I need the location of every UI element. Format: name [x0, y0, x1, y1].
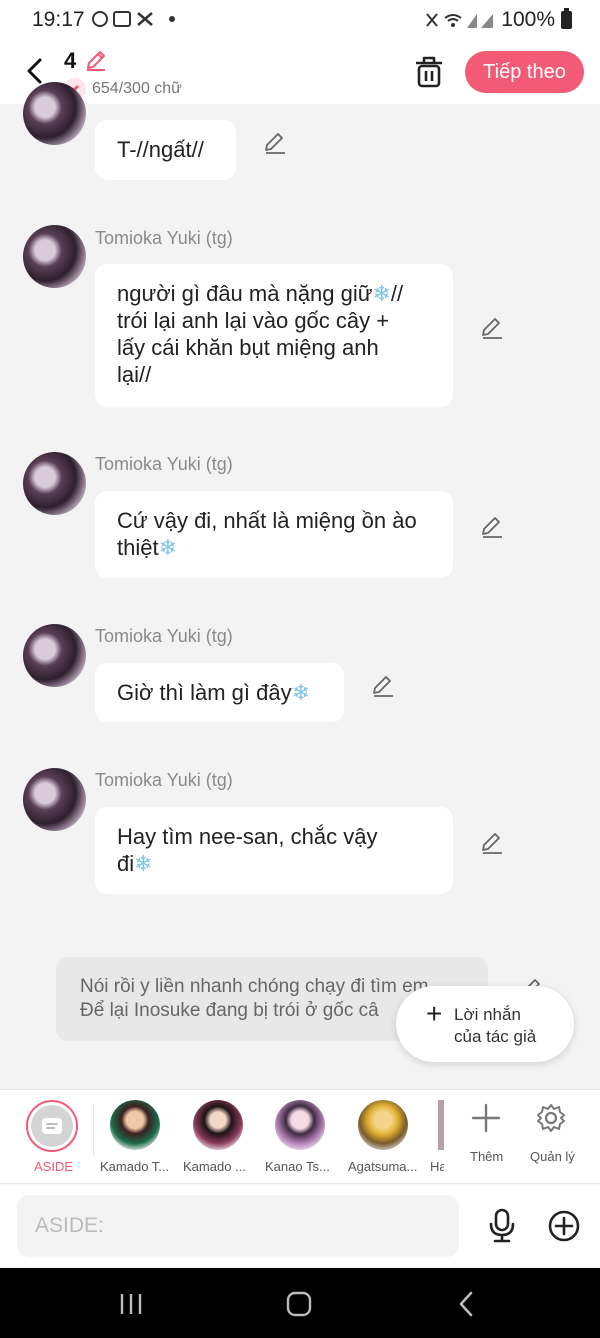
plus-icon: +: [426, 998, 443, 1029]
character-avatar[interactable]: [275, 1100, 325, 1150]
aside-icon: [42, 1118, 62, 1134]
character-bar: ASIDE Kamado T... Kamado ... Kanao Ts...…: [0, 1089, 600, 1184]
snowflake-icon: ❄: [291, 680, 311, 705]
system-nav-bar: [0, 1268, 600, 1338]
microphone-icon[interactable]: [487, 1207, 517, 1243]
edit-icon[interactable]: [263, 131, 287, 155]
character-avatar[interactable]: [438, 1100, 444, 1150]
battery-icon: [561, 8, 572, 29]
aside-label: ASIDE: [34, 1159, 74, 1174]
message-line: trói lại anh lại vào gốc cây +: [117, 308, 390, 333]
manage-label[interactable]: Quản lý: [530, 1149, 575, 1164]
message-text: //: [390, 281, 404, 306]
input-row: [0, 1185, 600, 1267]
edit-icon[interactable]: [480, 831, 504, 855]
add-character-label[interactable]: Thêm: [470, 1149, 503, 1164]
character-avatar[interactable]: [358, 1100, 408, 1150]
avatar[interactable]: [23, 225, 86, 288]
gear-icon[interactable]: [535, 1102, 567, 1134]
avatar[interactable]: [23, 768, 86, 831]
avatar[interactable]: [23, 624, 86, 687]
pencil-icon[interactable]: [84, 48, 108, 72]
message-text: thiệt: [117, 535, 159, 560]
signal-icons: [426, 13, 494, 28]
character-avatar[interactable]: [193, 1100, 243, 1150]
recent-apps-icon[interactable]: [116, 1290, 146, 1318]
message-input[interactable]: [17, 1195, 459, 1257]
author-name: Tomioka Yuki (tg): [95, 454, 233, 474]
message-line: Cứ vậy đi, nhất là miệng ồn ào: [117, 508, 417, 533]
battery-text: 100%: [501, 8, 555, 31]
divider: [93, 1104, 94, 1156]
message-bubble[interactable]: Cứ vậy đi, nhất là miệng ồn ào thiệt❄: [95, 491, 453, 578]
message-bubble[interactable]: T-//ngất//: [95, 120, 236, 180]
character-name: Kamado T...: [100, 1159, 170, 1174]
narration-line: Nói rồi y liền nhanh chóng chạy đi tìm e…: [80, 976, 429, 997]
message-text: Giờ thì làm gì đây: [117, 680, 292, 705]
status-right: 100%: [425, 8, 572, 32]
message-text: T-//ngất//: [117, 137, 204, 162]
edit-icon[interactable]: [480, 515, 504, 539]
status-bar: 19:17 100%: [0, 0, 600, 40]
status-time: 19:17: [32, 8, 85, 31]
message-line: lấy cái khăn bụt miệng anh: [117, 335, 379, 360]
trash-icon[interactable]: [412, 54, 446, 90]
message-text: đi: [117, 851, 135, 876]
message-line: Hay tìm nee-san, chắc vậy: [117, 824, 378, 849]
author-note-label: Lời nhắn của tác giả: [454, 1004, 536, 1048]
message-line: lại//: [117, 362, 152, 387]
message-line: thiệt❄: [117, 534, 431, 561]
edit-icon[interactable]: [480, 316, 504, 340]
snowflake-icon: ❄: [134, 851, 153, 876]
message-text: người gì đâu mà nặng giữ: [117, 281, 373, 306]
message-bubble[interactable]: người gì đâu mà nặng giữ❄// trói lại anh…: [95, 264, 453, 407]
word-count-text: 654/300 chữ: [92, 80, 182, 97]
message-bubble[interactable]: Hay tìm nee-san, chắc vậy đi❄: [95, 807, 453, 894]
notification-icons-svg: [92, 11, 175, 27]
character-name: Kanao Ts...: [265, 1159, 330, 1174]
message-bubble[interactable]: Giờ thì làm gì đây❄: [95, 663, 344, 722]
avatar[interactable]: [23, 82, 86, 145]
part-number: 4: [64, 48, 77, 73]
edit-icon[interactable]: [371, 674, 395, 698]
nav-back-icon[interactable]: [452, 1290, 482, 1318]
editor-header: 4 654/300 chữ Tiếp theo: [0, 40, 600, 104]
character-name: Agatsuma...: [348, 1159, 418, 1174]
author-name: Tomioka Yuki (tg): [95, 770, 233, 790]
next-button[interactable]: Tiếp theo: [465, 51, 584, 93]
add-circle-icon[interactable]: [547, 1209, 581, 1243]
author-note-button[interactable]: + Lời nhắn của tác giả: [396, 986, 574, 1062]
character-name: Kamado ...: [183, 1159, 246, 1174]
home-icon[interactable]: [284, 1290, 314, 1318]
character-name: Ha: [430, 1159, 444, 1174]
aside-avatar: [31, 1105, 73, 1147]
avatar[interactable]: [23, 452, 86, 515]
notification-icons: [92, 9, 182, 34]
message-line: người gì đâu mà nặng giữ❄//: [117, 280, 431, 307]
author-note-line: Lời nhắn: [454, 1005, 521, 1024]
plus-icon[interactable]: [470, 1102, 502, 1134]
author-name: Tomioka Yuki (tg): [95, 228, 233, 248]
author-name: Tomioka Yuki (tg): [95, 626, 233, 646]
message-line: đi❄: [117, 850, 431, 877]
aside-character[interactable]: [26, 1100, 78, 1152]
snowflake-icon: ❄: [372, 281, 391, 306]
author-note-line: của tác giả: [454, 1027, 537, 1046]
snowflake-icon: ❄: [158, 535, 178, 560]
character-avatar[interactable]: [110, 1100, 160, 1150]
